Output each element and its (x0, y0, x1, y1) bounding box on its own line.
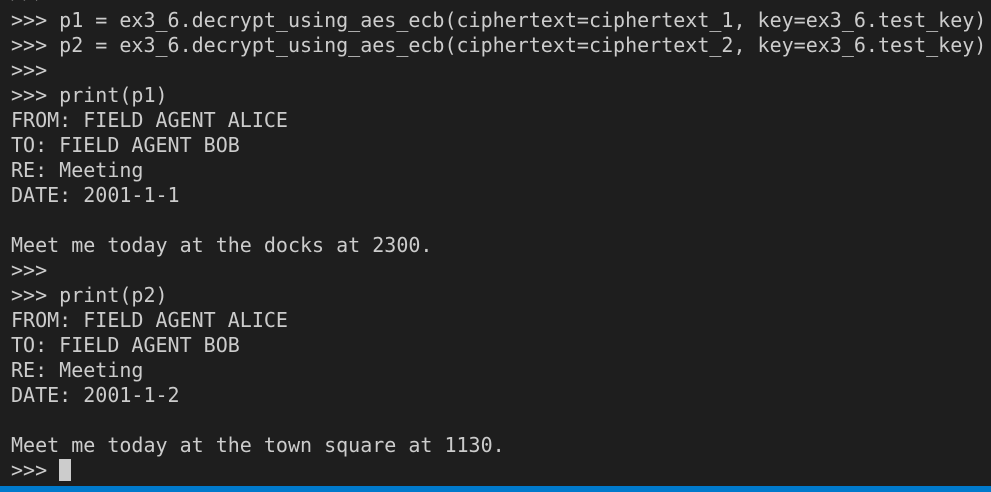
terminal-line: >>> p2 = ex3_6.decrypt_using_aes_ecb(cip… (11, 33, 987, 57)
text-cursor (59, 459, 72, 481)
terminal-line: FROM: FIELD AGENT ALICE (11, 108, 288, 132)
terminal-input-line[interactable]: >>> (11, 458, 991, 483)
terminal-line: >>> print(p1) (11, 83, 168, 107)
terminal-line: >>> (11, 58, 48, 82)
terminal-line: >>> print(p2) (11, 283, 168, 307)
terminal-line: Meet me today at the town square at 1130… (11, 433, 505, 457)
terminal-line: FROM: FIELD AGENT ALICE (11, 308, 288, 332)
terminal-line: >>> p1 = ex3_6.decrypt_using_aes_ecb(cip… (11, 8, 987, 32)
terminal-line: >>> (11, 0, 991, 8)
terminal-line: Meet me today at the docks at 2300. (11, 233, 433, 257)
terminal-line: RE: Meeting (11, 158, 144, 182)
terminal-line: >>> (11, 258, 48, 282)
terminal-line: DATE: 2001-1-2 (11, 383, 180, 407)
terminal-line: DATE: 2001-1-1 (11, 183, 180, 207)
terminal-output: >>> >>> p1 = ex3_6.decrypt_using_aes_ecb… (11, 0, 991, 483)
terminal-prompt: >>> (11, 458, 60, 482)
terminal-panel[interactable]: >>> >>> p1 = ex3_6.decrypt_using_aes_ecb… (0, 0, 991, 492)
terminal-line: RE: Meeting (11, 358, 144, 382)
status-bar (0, 486, 991, 492)
terminal-line: TO: FIELD AGENT BOB (11, 133, 240, 157)
terminal-line: TO: FIELD AGENT BOB (11, 333, 240, 357)
